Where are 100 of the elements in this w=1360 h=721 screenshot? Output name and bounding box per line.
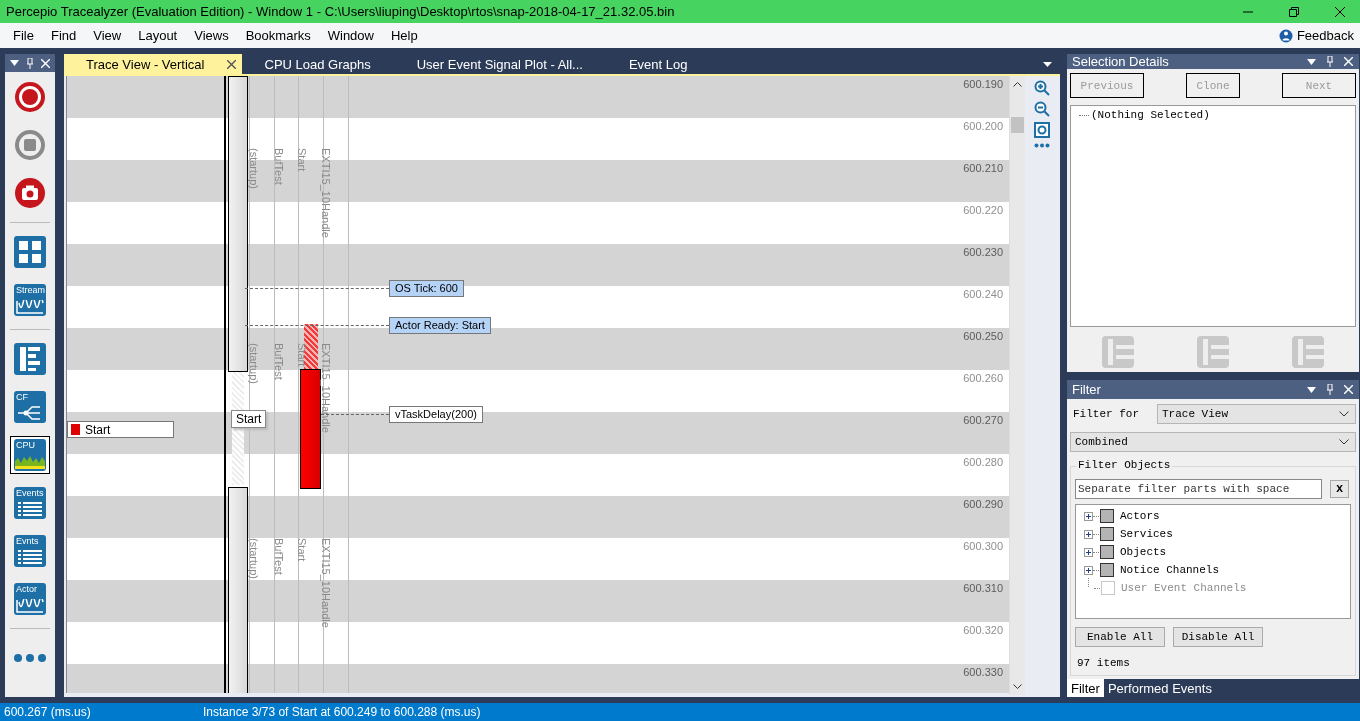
actor-color-icon: [71, 424, 80, 435]
lane-label: EXTI15_10Handle: [319, 538, 333, 628]
ready-bar: [304, 324, 318, 369]
actor-name: Start: [85, 422, 111, 437]
menu-item[interactable]: Views: [187, 28, 239, 43]
restore-icon[interactable]: [1288, 5, 1300, 18]
document-tab[interactable]: User Event Signal Plot - All...: [393, 54, 606, 74]
time-tick: 600.310: [963, 581, 1003, 595]
filter-button[interactable]: Enable All: [1075, 627, 1165, 647]
lane-label: BufTest: [272, 148, 286, 185]
close-icon[interactable]: [226, 59, 236, 69]
feedback-link[interactable]: Feedback: [1278, 28, 1360, 43]
more-icon[interactable]: [1034, 143, 1050, 148]
time-tick: 600.200: [963, 119, 1003, 133]
scroll-thumb[interactable]: [1011, 117, 1024, 133]
lane-label: Start: [295, 538, 309, 562]
event-label[interactable]: vTaskDelay(200): [389, 406, 483, 423]
lane-label: (startup): [247, 538, 261, 579]
checkbox[interactable]: [1100, 563, 1114, 577]
time-tick: 600.270: [963, 413, 1003, 427]
grid-icon: [14, 236, 46, 268]
trace-view-icon: [14, 343, 46, 375]
actor-tooltip: Start: [231, 410, 267, 428]
lane-label: Start: [295, 148, 309, 172]
clear-button[interactable]: x: [1330, 480, 1349, 498]
dropdown-icon[interactable]: [1307, 58, 1316, 65]
lane-label: BufTest: [272, 343, 286, 380]
expand-icon[interactable]: [1084, 565, 1093, 575]
tree-item[interactable]: Objects: [1120, 546, 1167, 558]
record-icon: [14, 81, 46, 113]
lane-label: (startup): [247, 148, 261, 189]
close-icon[interactable]: [1334, 5, 1346, 18]
time-tick: 600.210: [963, 161, 1003, 175]
panel-title: Selection Details: [1072, 54, 1169, 69]
document-tab[interactable]: Trace View - Vertical: [64, 54, 242, 74]
actor-label[interactable]: Start: [67, 421, 174, 438]
menu-item[interactable]: View: [86, 28, 132, 43]
dropdown-icon[interactable]: [1307, 386, 1316, 393]
pin-icon[interactable]: [26, 57, 34, 69]
tree-item[interactable]: (Nothing Selected): [1091, 109, 1210, 121]
checkbox[interactable]: [1100, 509, 1114, 523]
time-tick: 600.260: [963, 371, 1003, 385]
item-count: 97 items: [1076, 657, 1131, 669]
leader-line: [321, 414, 389, 415]
menu-item[interactable]: Layout: [131, 28, 188, 43]
checkbox[interactable]: [1100, 527, 1114, 541]
person-help-icon: [1278, 28, 1293, 43]
filter-button[interactable]: Disable All: [1173, 627, 1263, 647]
dropdown-icon[interactable]: [10, 60, 20, 66]
view-dropdown[interactable]: Trace View: [1157, 404, 1356, 424]
search-field[interactable]: Separate filter parts with space: [1075, 479, 1322, 499]
menu-item[interactable]: Window: [320, 28, 384, 43]
group-title: Filter Objects: [1076, 459, 1173, 471]
lane-label: BufTest: [272, 538, 286, 575]
chevron-down-icon: [1339, 411, 1349, 417]
time-tick: 600.330: [963, 665, 1003, 679]
time-tick: 600.250: [963, 329, 1003, 343]
time-tick: 600.240: [963, 287, 1003, 301]
panel-tab[interactable]: Performed Events: [1103, 679, 1216, 697]
menu-item[interactable]: Help: [384, 28, 428, 43]
document-tab[interactable]: Event Log: [605, 54, 711, 74]
time-tick: 600.320: [963, 623, 1003, 637]
lane-label: EXTI15_10Handle: [319, 148, 333, 238]
pin-icon[interactable]: [1326, 56, 1334, 67]
more-icon: [13, 653, 47, 663]
tree-item[interactable]: Notice Channels: [1120, 564, 1220, 576]
time-tick: 600.190: [963, 77, 1003, 91]
chevron-down-icon: [1339, 439, 1349, 445]
field-label: Filter for: [1073, 408, 1139, 420]
event-label[interactable]: OS Tick: 600: [389, 280, 464, 297]
stop-icon: [14, 129, 46, 161]
expand-icon[interactable]: [1084, 511, 1093, 521]
status-time: 600.267 (ms.us): [4, 705, 92, 719]
event-label[interactable]: Actor Ready: Start: [389, 317, 491, 334]
camera-icon: [14, 177, 46, 209]
panel-tab[interactable]: Filter: [1067, 679, 1104, 697]
zoom-in-icon[interactable]: [1034, 80, 1050, 96]
menu-item[interactable]: File: [6, 28, 44, 43]
time-tick: 600.230: [963, 245, 1003, 259]
expand-icon[interactable]: [1084, 547, 1093, 557]
dropdown-icon[interactable]: [1043, 61, 1052, 67]
menu-item[interactable]: Bookmarks: [238, 28, 321, 43]
document-tab[interactable]: CPU Load Graphs: [241, 54, 394, 74]
status-message: Instance 3/73 of Start at 600.249 to 600.288 (ms.us): [203, 705, 481, 719]
tree-item[interactable]: Services: [1120, 528, 1173, 540]
panel-title: Filter: [1072, 382, 1101, 397]
time-tick: 600.290: [963, 497, 1003, 511]
lane-label: (startup): [247, 343, 261, 384]
scroll-down-icon[interactable]: [1013, 684, 1022, 690]
scroll-up-icon[interactable]: [1013, 81, 1022, 87]
pin-icon[interactable]: [1326, 384, 1334, 395]
vertical-scrollbar[interactable]: [1009, 76, 1025, 695]
mode-dropdown[interactable]: Combined: [1070, 432, 1356, 452]
tree-item[interactable]: Actors: [1120, 510, 1160, 522]
zoom-fit-icon[interactable]: [1034, 122, 1050, 138]
expand-icon[interactable]: [1084, 529, 1093, 539]
zoom-out-icon[interactable]: [1034, 101, 1050, 117]
window-title: Percepio Tracealyzer (Evaluation Edition) - Window 1 - C:\Users\liuping\Desktop\rtos\snap-2018-04-17_21.32.05.bin: [6, 4, 675, 19]
checkbox[interactable]: [1100, 545, 1114, 559]
menu-item[interactable]: Find: [43, 28, 87, 43]
